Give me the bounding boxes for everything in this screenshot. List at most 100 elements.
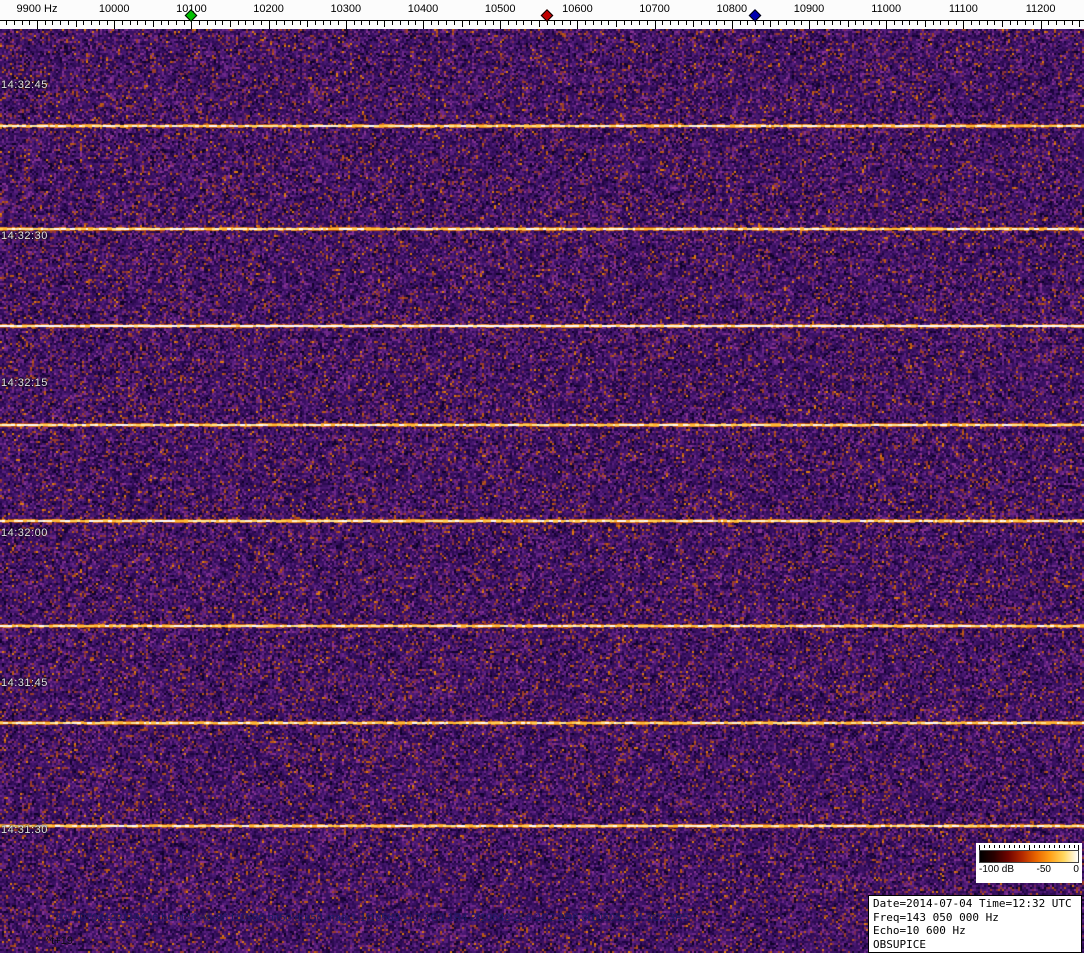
ruler-minor-tick bbox=[13, 21, 15, 25]
ruler-minor-tick bbox=[484, 21, 486, 25]
ruler-minor-tick bbox=[1032, 21, 1034, 25]
time-label-143200: 14:32:00 bbox=[1, 527, 48, 539]
ruler-minor-tick bbox=[739, 21, 741, 25]
legend-tick bbox=[1044, 845, 1045, 848]
legend-tick bbox=[979, 845, 980, 850]
legend-tick bbox=[1019, 845, 1020, 848]
ruler-minor-tick bbox=[785, 21, 787, 25]
ruler-minor-tick bbox=[176, 21, 177, 25]
legend-gradient-bar bbox=[979, 850, 1079, 863]
ruler-major-tick bbox=[577, 21, 579, 29]
ruler-minor-tick bbox=[83, 21, 85, 25]
ruler-minor-tick bbox=[199, 21, 201, 25]
ruler-minor-tick bbox=[646, 21, 648, 25]
ruler-minor-tick bbox=[901, 21, 903, 25]
spectrogram-canvas[interactable] bbox=[0, 29, 1084, 953]
legend-tick bbox=[1069, 845, 1070, 848]
ruler-minor-tick bbox=[91, 21, 92, 25]
ruler-minor-tick bbox=[870, 21, 872, 25]
ruler-minor-tick bbox=[847, 21, 849, 27]
ruler-minor-tick bbox=[60, 21, 62, 25]
legend-tick bbox=[1039, 845, 1040, 848]
ruler-minor-tick bbox=[168, 21, 170, 25]
ruler-minor-tick bbox=[152, 21, 154, 27]
legend-tick bbox=[1059, 845, 1060, 848]
ruler-minor-tick bbox=[708, 21, 710, 25]
ruler-minor-tick bbox=[307, 21, 309, 27]
legend-labels: -100 dB -50 0 bbox=[979, 863, 1079, 877]
waterfall-display[interactable]: 20140704123119476 hCnt23 nb-86 f10586 hi… bbox=[0, 29, 1084, 953]
ruler-minor-tick bbox=[816, 21, 818, 25]
ruler-minor-tick bbox=[855, 21, 857, 25]
ruler-minor-tick bbox=[6, 21, 8, 25]
ruler-minor-tick bbox=[670, 21, 671, 25]
freq-label-10300: 10300 bbox=[330, 3, 362, 15]
ruler-minor-tick bbox=[507, 21, 509, 25]
ruler-minor-tick bbox=[623, 21, 625, 25]
ruler-minor-tick bbox=[700, 21, 702, 25]
ruler-minor-tick bbox=[1025, 21, 1027, 25]
freq-label-10200: 10200 bbox=[253, 3, 284, 15]
ruler-minor-tick bbox=[230, 21, 231, 27]
ruler-minor-tick bbox=[291, 21, 293, 25]
ruler-major-tick bbox=[37, 21, 38, 29]
ruler-minor-tick bbox=[631, 21, 633, 25]
ruler-minor-tick bbox=[793, 21, 795, 25]
ruler-minor-tick bbox=[98, 21, 100, 25]
time-label-143230: 14:32:30 bbox=[1, 230, 48, 242]
legend-label-max: 0 bbox=[1073, 864, 1079, 875]
ruler-minor-tick bbox=[608, 21, 610, 25]
ruler-minor-tick bbox=[121, 21, 123, 25]
freq-label-9900: 9900 Hz bbox=[16, 3, 58, 15]
ruler-minor-tick bbox=[932, 21, 934, 25]
ruler-major-tick bbox=[963, 21, 965, 29]
legend-label-min: -100 dB bbox=[979, 864, 1015, 875]
ruler-minor-tick bbox=[361, 21, 363, 25]
ruler-minor-tick bbox=[839, 21, 841, 25]
time-label-143215: 14:32:15 bbox=[1, 377, 48, 389]
ruler-minor-tick bbox=[276, 21, 278, 25]
ruler-minor-tick bbox=[986, 21, 988, 25]
ruler-minor-tick bbox=[685, 21, 687, 25]
ruler-minor-tick bbox=[1048, 21, 1050, 25]
ruler-major-tick bbox=[500, 21, 502, 29]
ruler-minor-tick bbox=[770, 21, 772, 27]
ruler-minor-tick bbox=[538, 21, 540, 27]
info-freq-line: Freq=143 050 000 Hz bbox=[873, 910, 999, 924]
ruler-minor-tick bbox=[160, 21, 162, 25]
ruler-minor-tick bbox=[747, 21, 749, 25]
ruler-baseline bbox=[0, 20, 1084, 21]
ruler-minor-tick bbox=[314, 21, 316, 25]
legend-tick bbox=[1009, 845, 1010, 848]
ruler-minor-tick bbox=[1071, 21, 1073, 25]
legend-label-mid: -50 bbox=[1036, 864, 1051, 875]
ruler-major-tick bbox=[114, 21, 116, 29]
ruler-minor-tick bbox=[762, 21, 764, 25]
ruler-major-tick bbox=[654, 21, 656, 29]
ruler-minor-tick bbox=[446, 21, 448, 25]
ruler-minor-tick bbox=[322, 21, 324, 25]
ruler-minor-tick bbox=[592, 21, 594, 25]
freq-label-10700: 10700 bbox=[639, 3, 670, 15]
frequency-ruler[interactable]: 9900 Hz100001010010200103001040010500106… bbox=[0, 0, 1084, 29]
ruler-minor-tick bbox=[369, 21, 370, 25]
ruler-minor-tick bbox=[971, 21, 973, 25]
ruler-minor-tick bbox=[662, 21, 664, 25]
ruler-minor-tick bbox=[1079, 21, 1081, 27]
ruler-minor-tick bbox=[878, 21, 880, 25]
ruler-minor-tick bbox=[940, 21, 942, 25]
event-annotation: 20140704123119476 hCnt23 nb-86 f10586 hi… bbox=[55, 912, 690, 924]
ruler-minor-tick bbox=[569, 21, 571, 25]
ruler-minor-tick bbox=[392, 21, 394, 25]
ruler-minor-tick bbox=[1017, 21, 1019, 25]
ruler-minor-tick bbox=[299, 21, 301, 25]
freq-label-10600: 10600 bbox=[562, 3, 593, 15]
ruler-minor-tick bbox=[183, 21, 185, 25]
ruler-minor-tick bbox=[1056, 21, 1057, 25]
ruler-minor-tick bbox=[461, 21, 463, 27]
ruler-minor-tick bbox=[137, 21, 139, 25]
ruler-minor-tick bbox=[145, 21, 147, 25]
ruler-major-tick bbox=[731, 21, 733, 29]
freq-label-10900: 10900 bbox=[793, 3, 825, 15]
info-echo-line: Echo=10 600 Hz bbox=[873, 924, 966, 937]
